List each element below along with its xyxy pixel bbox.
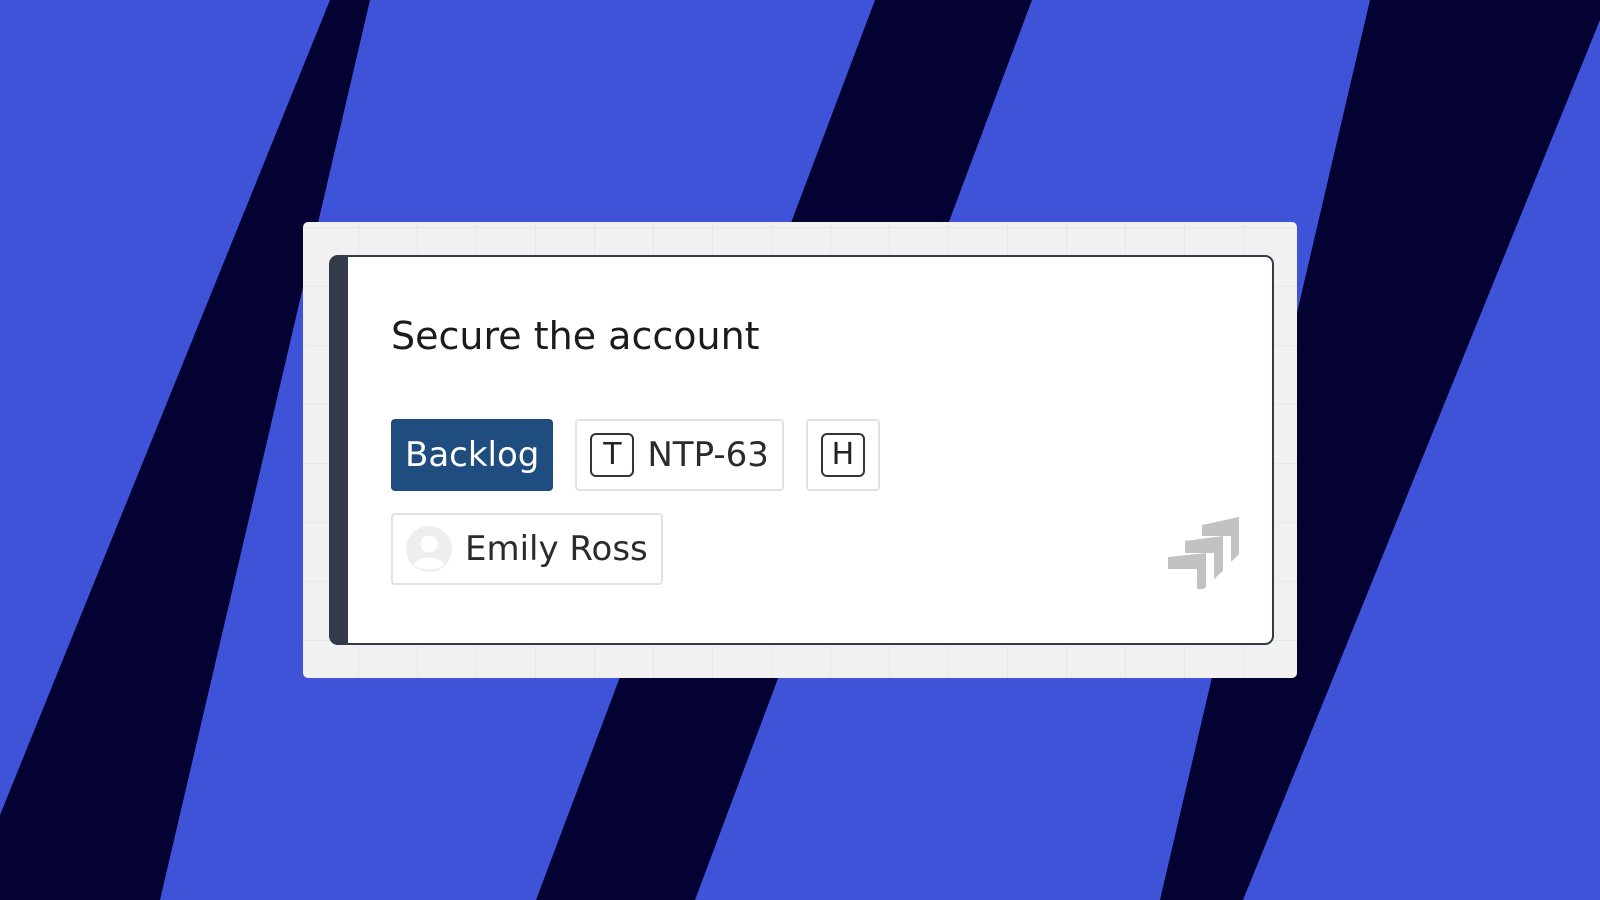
assignee-row: Emily Ross	[391, 513, 663, 585]
priority-badge[interactable]: H	[805, 419, 880, 491]
issue-fields-row: Backlog T NTP-63 H	[391, 419, 880, 491]
status-badge[interactable]: Backlog	[391, 419, 554, 491]
assignee-badge[interactable]: Emily Ross	[391, 513, 663, 585]
task-type-icon: T	[590, 433, 635, 477]
issue-key-badge[interactable]: T NTP-63	[575, 419, 784, 491]
assignee-name: Emily Ross	[465, 529, 648, 569]
card-frame: Secure the account Backlog T NTP-63 H Em…	[303, 222, 1297, 678]
priority-high-icon: H	[820, 433, 865, 477]
issue-key-label: NTP-63	[647, 435, 769, 475]
status-label: Backlog	[405, 435, 540, 475]
issue-card[interactable]: Secure the account Backlog T NTP-63 H Em…	[329, 255, 1274, 645]
jira-logo-icon	[1167, 517, 1239, 589]
issue-title[interactable]: Secure the account	[391, 314, 760, 360]
default-user-avatar-icon	[406, 526, 452, 572]
